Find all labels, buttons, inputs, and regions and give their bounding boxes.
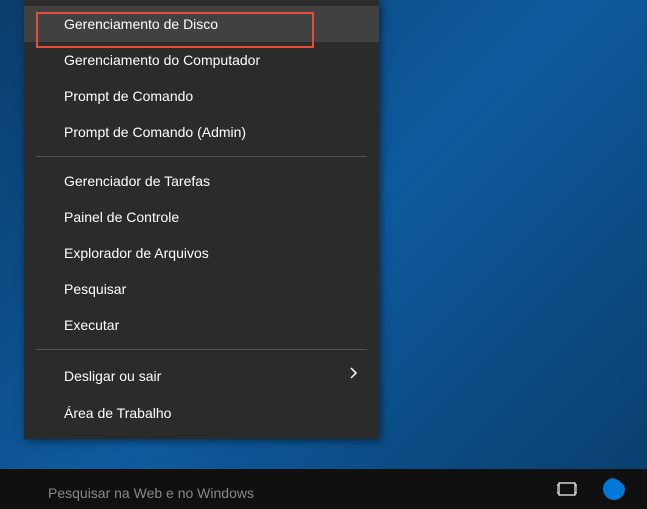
menu-item-file-explorer[interactable]: Explorador de Arquivos — [24, 235, 379, 271]
menu-item-search[interactable]: Pesquisar — [24, 271, 379, 307]
taskbar-search-placeholder[interactable]: Pesquisar na Web e no Windows — [48, 485, 254, 501]
menu-item-command-prompt-admin[interactable]: Prompt de Comando (Admin) — [24, 114, 379, 150]
menu-item-computer-management[interactable]: Gerenciamento do Computador — [24, 42, 379, 78]
menu-item-label: Gerenciamento de Disco — [64, 16, 218, 32]
menu-item-shutdown-signout[interactable]: Desligar ou sair — [24, 356, 379, 395]
task-view-icon[interactable] — [557, 481, 577, 497]
taskbar-right-section — [537, 469, 647, 509]
menu-item-command-prompt[interactable]: Prompt de Comando — [24, 78, 379, 114]
menu-item-label: Área de Trabalho — [64, 405, 171, 421]
menu-item-label: Prompt de Comando (Admin) — [64, 124, 246, 140]
menu-item-label: Gerenciamento do Computador — [64, 52, 260, 68]
taskbar: Pesquisar na Web e no Windows — [0, 469, 647, 509]
winx-context-menu: Gerenciamento de Disco Gerenciamento do … — [24, 0, 379, 439]
menu-item-control-panel[interactable]: Painel de Controle — [24, 199, 379, 235]
menu-item-label: Gerenciador de Tarefas — [64, 173, 210, 189]
menu-item-task-manager[interactable]: Gerenciador de Tarefas — [24, 163, 379, 199]
menu-item-desktop[interactable]: Área de Trabalho — [24, 395, 379, 431]
menu-item-label: Explorador de Arquivos — [64, 245, 209, 261]
menu-item-label: Painel de Controle — [64, 209, 179, 225]
menu-separator — [36, 156, 367, 157]
edge-browser-icon[interactable] — [601, 476, 627, 502]
menu-item-disk-management[interactable]: Gerenciamento de Disco — [24, 6, 379, 42]
menu-item-label: Desligar ou sair — [64, 368, 161, 384]
menu-item-run[interactable]: Executar — [24, 307, 379, 343]
menu-item-label: Executar — [64, 317, 119, 333]
menu-item-label: Prompt de Comando — [64, 88, 193, 104]
menu-item-label: Pesquisar — [64, 281, 126, 297]
chevron-right-icon — [349, 366, 359, 385]
menu-separator — [36, 349, 367, 350]
